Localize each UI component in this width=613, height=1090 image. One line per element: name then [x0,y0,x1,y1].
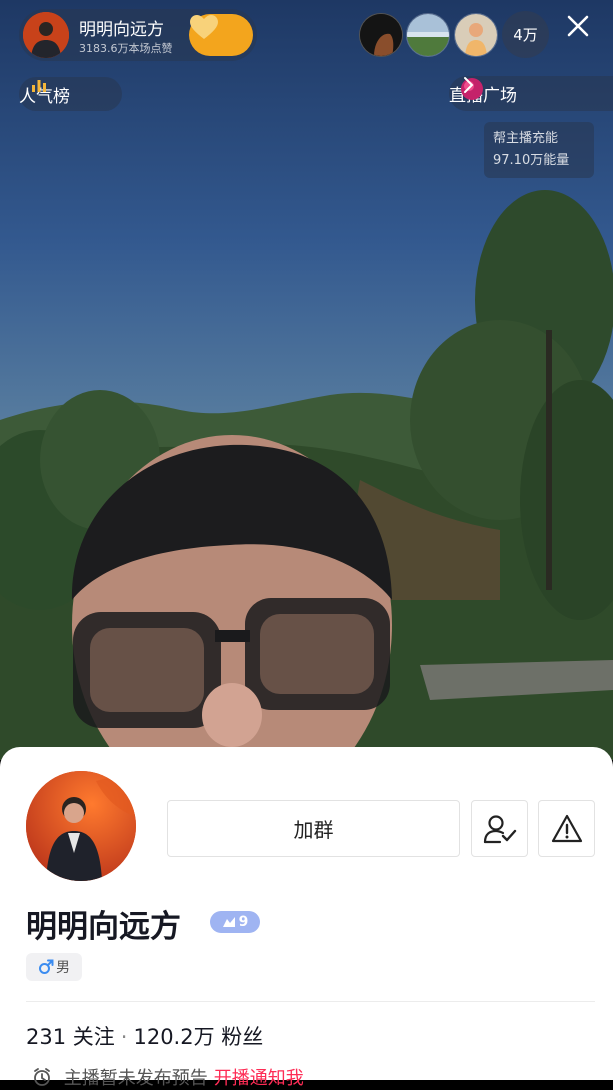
live-square-button[interactable]: 直播广场 [449,76,613,111]
gender-tag: 男 [26,953,82,981]
host-avatar[interactable] [23,12,69,58]
profile-stats: 231 关注 · 120.2万 粉丝 [26,1021,263,1051]
user-check-icon [483,814,516,843]
male-icon [39,959,54,974]
charge-energy-value: 97.10万能量 [493,153,570,168]
stats-separator: · [120,1025,128,1049]
profile-name: 明明向远方 [26,909,181,945]
host-info[interactable]: 明明向远方 3183.6万本场点赞 [19,9,257,61]
following-label: 关注 [72,1025,115,1049]
heart-icon [190,15,218,39]
live-video[interactable]: 明明向远方 3183.6万本场点赞 4万 人气榜 直播广场 帮主播充能 97.1… [0,0,613,760]
profile-avatar[interactable] [26,771,136,881]
follow-user-button[interactable] [471,800,528,857]
warning-icon [551,814,582,842]
viewer-avatar[interactable] [454,13,498,57]
profile-card: 加群 明明向远方 9 男 231 关注 · 120.2万 粉丝 主播暂未发布预告… [0,747,613,1089]
chevron-right-icon [464,77,474,93]
alarm-clock-icon [34,1068,50,1086]
bar-chart-icon [32,80,46,92]
live-notice: 主播暂未发布预告 开播通知我 [32,1064,304,1090]
level-value: 9 [238,914,249,930]
charge-energy-title: 帮主播充能 [493,131,559,146]
host-name: 明明向远方 [79,20,164,40]
follow-heart-button[interactable] [189,14,253,56]
viewer-count[interactable]: 4万 [502,11,549,58]
charge-energy-panel[interactable]: 帮主播充能 97.10万能量 [484,122,594,178]
fans-label: 粉丝 [221,1025,264,1049]
viewer-avatar[interactable] [406,13,450,57]
level-badge: 9 [210,911,260,933]
report-button[interactable] [538,800,595,857]
viewer-avatar[interactable] [359,13,403,57]
following-count: 231 [26,1025,67,1049]
join-group-button[interactable]: 加群 [167,800,460,857]
notify-me-link[interactable]: 开播通知我 [214,1068,304,1089]
gender-label: 男 [56,960,70,976]
fans-count: 120.2万 [133,1025,215,1049]
host-likes: 3183.6万本场点赞 [79,42,173,55]
notice-text: 主播暂未发布预告 [63,1068,208,1089]
popularity-rank-button[interactable]: 人气榜 [19,77,122,111]
fans-stat[interactable]: 120.2万 粉丝 [133,1025,263,1049]
divider [26,1001,595,1002]
following-stat[interactable]: 231 关注 [26,1025,115,1049]
level-icon [222,917,235,927]
close-icon [567,15,589,37]
close-button[interactable] [566,14,604,54]
video-frame [0,0,613,760]
